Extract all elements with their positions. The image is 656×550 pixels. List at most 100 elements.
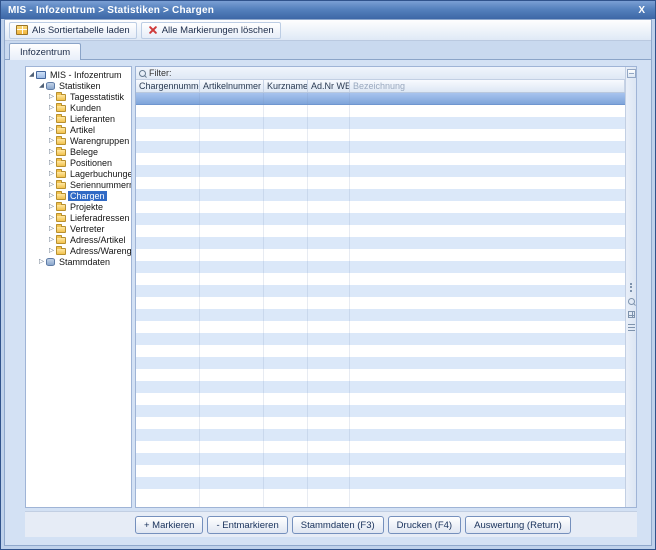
grid-row[interactable] xyxy=(136,309,625,321)
grid-row[interactable] xyxy=(136,465,625,477)
folder-icon xyxy=(56,226,66,233)
tab-infozentrum[interactable]: Infozentrum xyxy=(9,43,81,60)
footer-button-drucken-f4[interactable]: Drucken (F4) xyxy=(388,516,461,534)
data-grid: Filter: Chargennummer▼ArtikelnummerKurzn… xyxy=(135,66,637,508)
tree-item-mis-infozentrum[interactable]: ◢MIS - Infozentrum xyxy=(27,69,130,80)
grid-row[interactable] xyxy=(136,357,625,369)
expander-icon[interactable]: ▷ xyxy=(47,212,56,223)
column-header-label: Ad.Nr WE xyxy=(311,81,350,91)
grid-row[interactable] xyxy=(136,129,625,141)
grid-row[interactable] xyxy=(136,93,625,105)
expander-icon[interactable]: ▷ xyxy=(47,168,56,179)
tree-item-projekte[interactable]: ▷Projekte xyxy=(27,201,130,212)
expander-icon[interactable]: ▷ xyxy=(47,146,56,157)
grid-row[interactable] xyxy=(136,261,625,273)
grid-row[interactable] xyxy=(136,381,625,393)
expander-icon[interactable]: ▷ xyxy=(47,201,56,212)
grid-row[interactable] xyxy=(136,297,625,309)
footer-button-auswertung-return[interactable]: Auswertung (Return) xyxy=(465,516,571,534)
column-divider xyxy=(349,93,350,507)
tree-item-adress-artikel[interactable]: ▷Adress/Artikel xyxy=(27,234,130,245)
expander-icon[interactable]: ◢ xyxy=(37,80,46,91)
tree-item-kunden[interactable]: ▷Kunden xyxy=(27,102,130,113)
grid-row[interactable] xyxy=(136,237,625,249)
expander-icon[interactable]: ▷ xyxy=(37,256,46,267)
grid-row[interactable] xyxy=(136,141,625,153)
grid-row[interactable] xyxy=(136,489,625,501)
grid-row[interactable] xyxy=(136,285,625,297)
expander-icon[interactable]: ▷ xyxy=(47,179,56,190)
grid-row[interactable] xyxy=(136,189,625,201)
tree-item-lagerbuchungen[interactable]: ▷Lagerbuchungen xyxy=(27,168,130,179)
grid-row[interactable] xyxy=(136,177,625,189)
expander-icon[interactable]: ▷ xyxy=(47,190,56,201)
grid-row[interactable] xyxy=(136,273,625,285)
column-header-artikelnummer[interactable]: Artikelnummer xyxy=(200,80,264,92)
grid-row[interactable] xyxy=(136,333,625,345)
grid-row[interactable] xyxy=(136,165,625,177)
grid-row[interactable] xyxy=(136,429,625,441)
tree-item-belege[interactable]: ▷Belege xyxy=(27,146,130,157)
grid-row[interactable] xyxy=(136,249,625,261)
close-button[interactable]: X xyxy=(635,5,648,16)
expander-icon[interactable]: ▷ xyxy=(47,157,56,168)
tree-item-lieferanten[interactable]: ▷Lieferanten xyxy=(27,113,130,124)
grid-row[interactable] xyxy=(136,321,625,333)
folder-icon xyxy=(56,138,66,145)
expander-icon[interactable]: ▷ xyxy=(47,234,56,245)
expander-icon[interactable]: ▷ xyxy=(47,135,56,146)
grid-row[interactable] xyxy=(136,345,625,357)
grip-icon[interactable] xyxy=(630,283,632,292)
grid-row[interactable] xyxy=(136,417,625,429)
grid-row[interactable] xyxy=(136,453,625,465)
footer-button-markieren[interactable]: + Markieren xyxy=(135,516,203,534)
footer-button-entmarkieren[interactable]: - Entmarkieren xyxy=(207,516,287,534)
column-header-chargennummer[interactable]: Chargennummer▼ xyxy=(136,80,200,92)
expander-icon[interactable]: ▷ xyxy=(47,245,56,256)
column-header-bezeichnung[interactable]: Bezeichnung xyxy=(350,80,625,92)
grid-icon[interactable] xyxy=(628,311,635,318)
footer-button-stammdaten-f3[interactable]: Stammdaten (F3) xyxy=(292,516,384,534)
expander-icon[interactable]: ◢ xyxy=(27,69,36,80)
expander-icon[interactable]: ▷ xyxy=(47,113,56,124)
expander-icon[interactable]: ▷ xyxy=(47,124,56,135)
tree-item-stammdaten[interactable]: ▷Stammdaten xyxy=(27,256,130,267)
list-icon[interactable] xyxy=(628,324,635,331)
tree-item-seriennummern[interactable]: ▷ Seriennummern xyxy=(27,179,130,190)
grid-row[interactable] xyxy=(136,201,625,213)
search-icon[interactable] xyxy=(628,298,635,305)
column-header-label: Artikelnummer xyxy=(203,81,261,91)
grid-row[interactable] xyxy=(136,405,625,417)
tree-item-warengruppen[interactable]: ▷Warengruppen xyxy=(27,135,130,146)
toolbar-button-als-sortiertabelle-laden[interactable]: Als Sortiertabelle laden xyxy=(9,22,137,39)
tree-item-chargen[interactable]: ▷Chargen xyxy=(27,190,130,201)
grid-row[interactable] xyxy=(136,153,625,165)
tree-item-adress-warengruppen[interactable]: ▷Adress/Warengruppen xyxy=(27,245,130,256)
grid-row[interactable] xyxy=(136,225,625,237)
grid-row[interactable] xyxy=(136,393,625,405)
toolbar-button-alle-markierungen-loschen[interactable]: Alle Markierungen löschen xyxy=(141,22,281,39)
tree-item-tagesstatistik[interactable]: ▷Tagesstatistik xyxy=(27,91,130,102)
clear-marks-icon xyxy=(148,25,158,35)
tree-item-lieferadressen[interactable]: ▷Lieferadressen xyxy=(27,212,130,223)
grid-row[interactable] xyxy=(136,369,625,381)
grid-row[interactable] xyxy=(136,117,625,129)
tree-item-artikel[interactable]: ▷Artikel xyxy=(27,124,130,135)
app-body: Als Sortiertabelle ladenAlle Markierunge… xyxy=(4,19,652,546)
expander-icon[interactable]: ▷ xyxy=(47,91,56,102)
tree-item-positionen[interactable]: ▷Positionen xyxy=(27,157,130,168)
column-header-ad-nr-we[interactable]: Ad.Nr WE xyxy=(308,80,350,92)
grid-row[interactable] xyxy=(136,105,625,117)
column-header-kurzname[interactable]: Kurzname xyxy=(264,80,308,92)
folder-icon xyxy=(56,248,66,255)
tree-item-statistiken[interactable]: ◢Statistiken xyxy=(27,80,130,91)
customize-icon[interactable] xyxy=(627,69,636,78)
grid-row[interactable] xyxy=(136,213,625,225)
expander-icon[interactable]: ▷ xyxy=(47,223,56,234)
tree-item-label: Seriennummern xyxy=(68,180,132,190)
tree-item-vertreter[interactable]: ▷Vertreter xyxy=(27,223,130,234)
expander-icon[interactable]: ▷ xyxy=(47,102,56,113)
grid-row[interactable] xyxy=(136,441,625,453)
grid-row[interactable] xyxy=(136,477,625,489)
filter-row[interactable]: Filter: xyxy=(136,67,625,80)
